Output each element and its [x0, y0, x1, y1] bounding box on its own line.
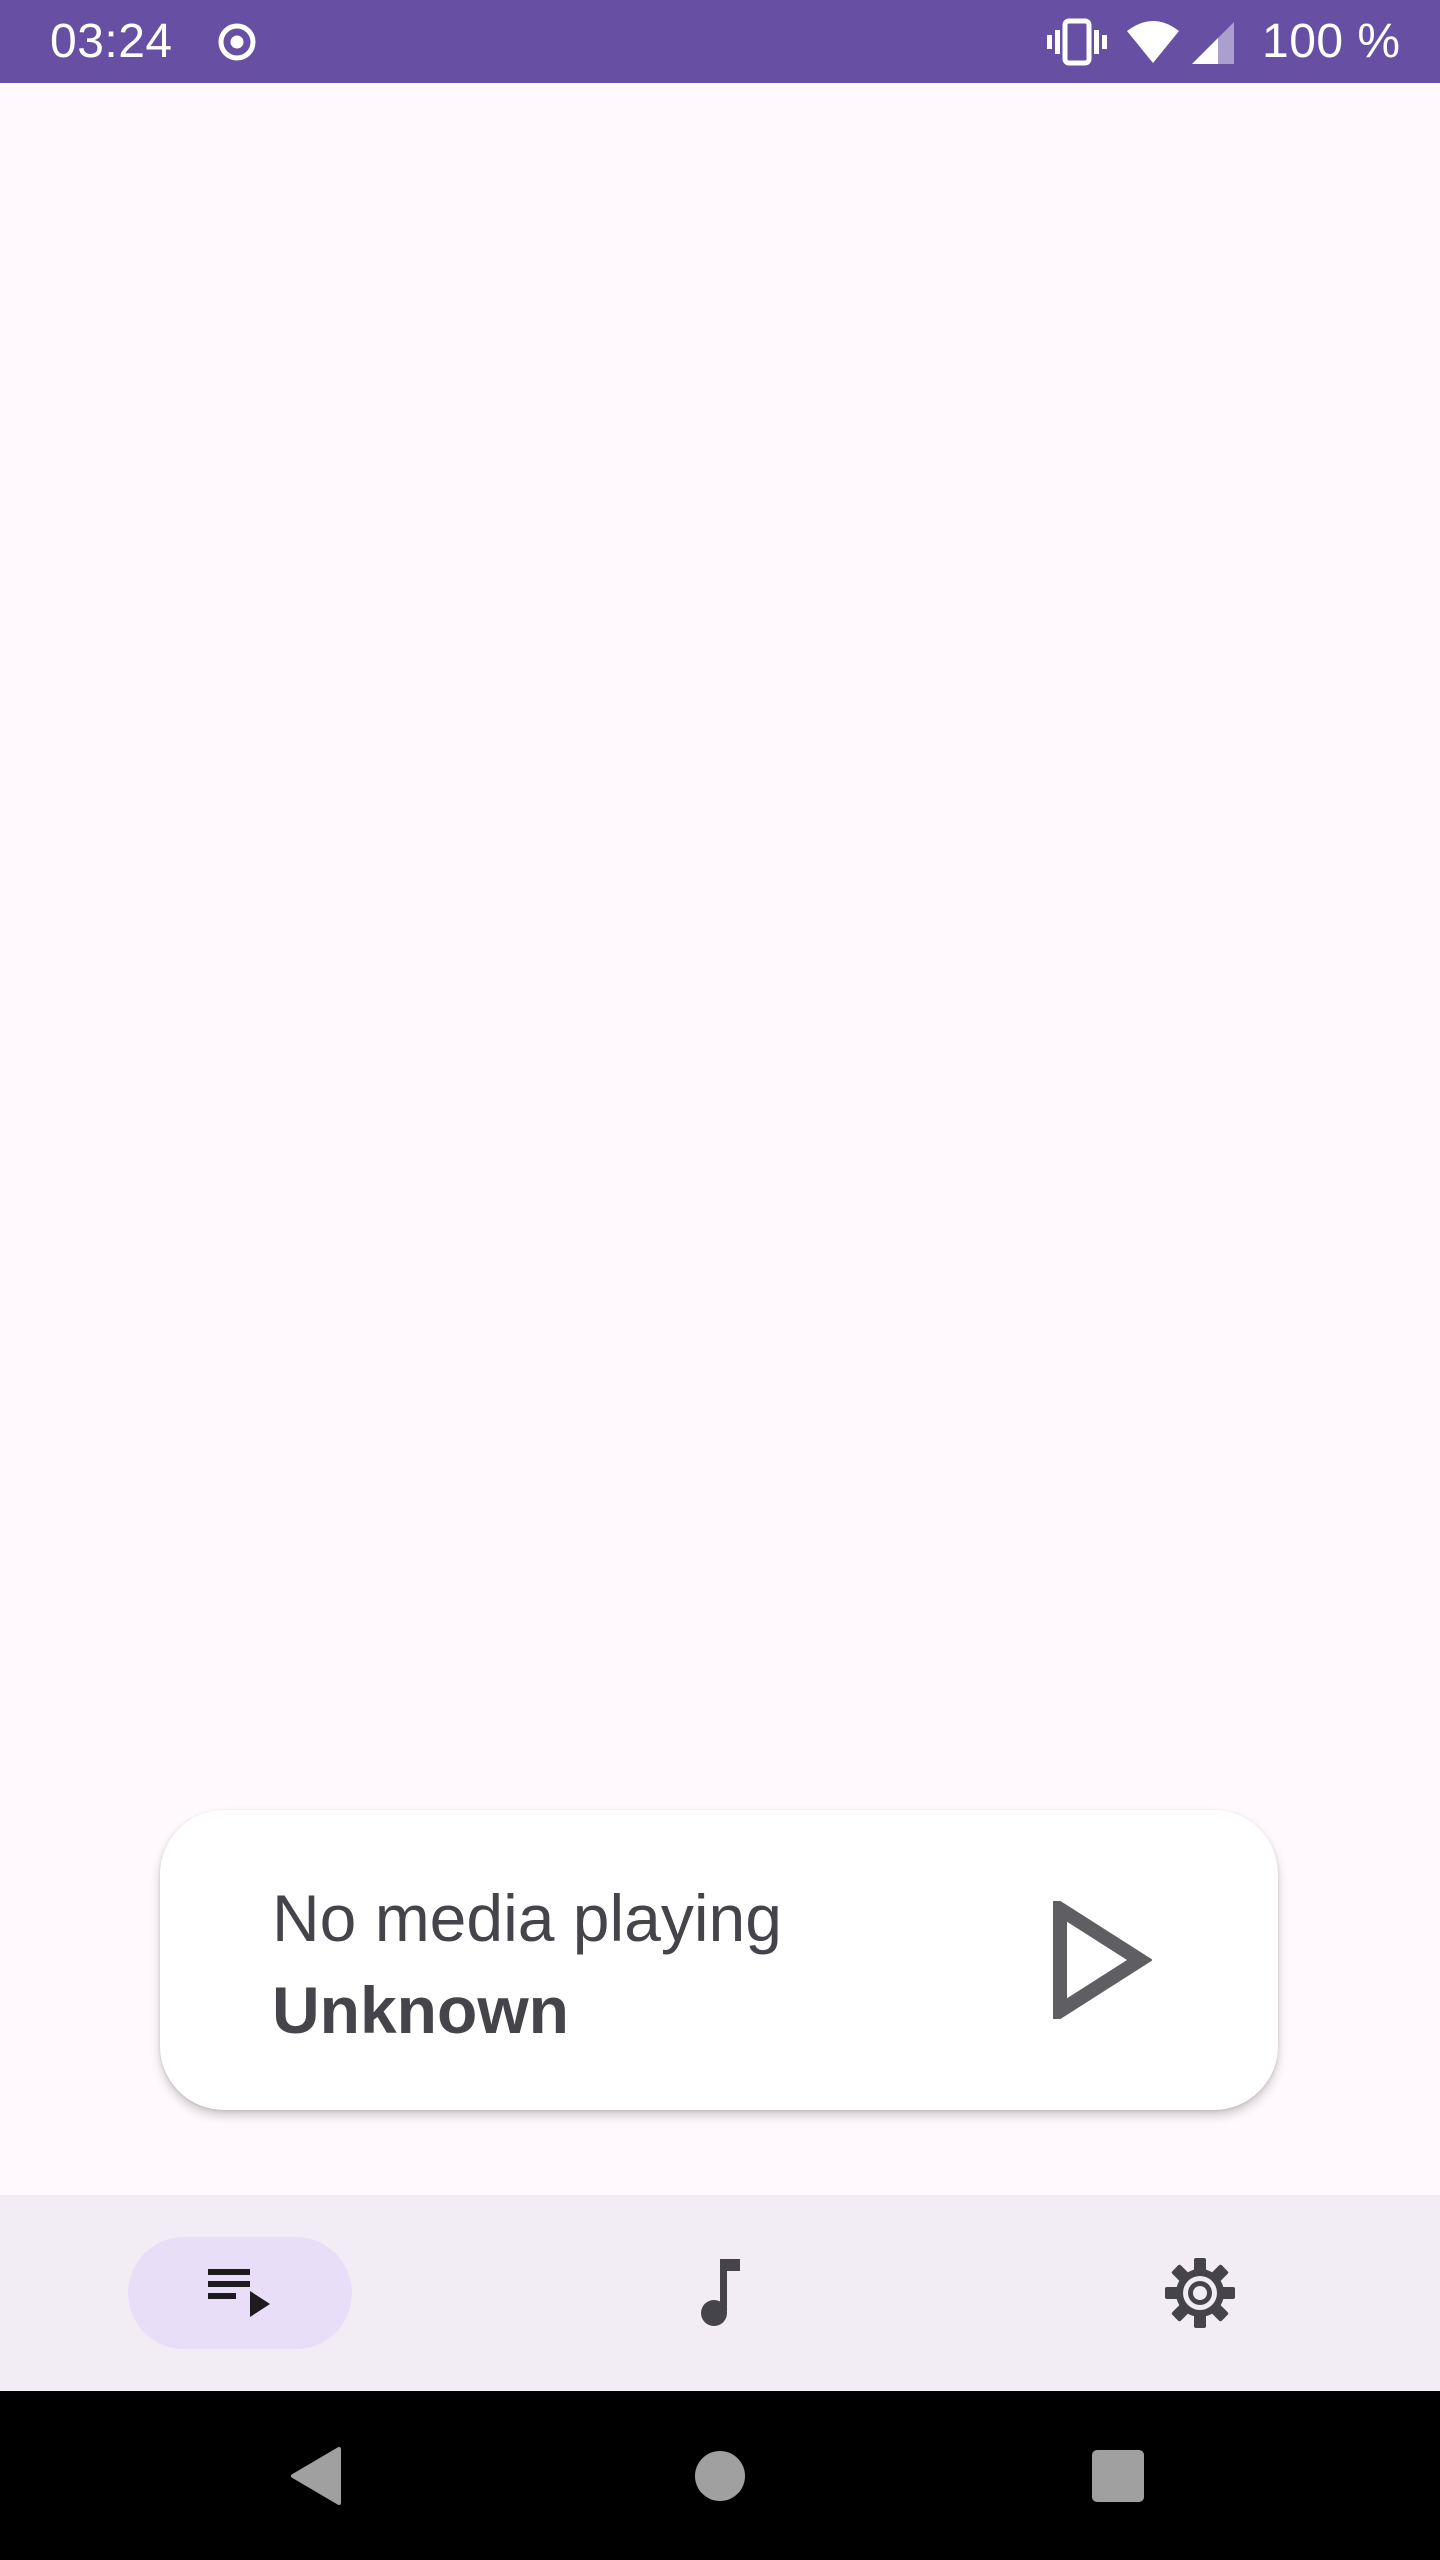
nav-item-queue[interactable]: [128, 2237, 352, 2349]
queue-music-icon: [208, 2269, 270, 2317]
bottom-navigation: [0, 2195, 1440, 2391]
battery-percentage: 100 %: [1262, 15, 1401, 68]
record-icon: [218, 23, 256, 61]
now-playing-card[interactable]: No media playing Unknown: [160, 1810, 1278, 2110]
nav-item-settings[interactable]: [1088, 2237, 1312, 2349]
system-home-button[interactable]: [675, 2431, 765, 2521]
play-icon: [1053, 1901, 1152, 2019]
nav-item-songs[interactable]: [608, 2237, 832, 2349]
music-note-icon: [701, 2259, 740, 2326]
now-playing-artist: Unknown: [272, 1973, 569, 2047]
vibrate-icon: [1047, 18, 1107, 66]
now-playing-title: No media playing: [272, 1881, 782, 1955]
signal-icon: [1192, 22, 1234, 64]
system-back-button[interactable]: [272, 2431, 362, 2521]
settings-icon: [1165, 2258, 1235, 2328]
back-icon: [291, 2447, 341, 2505]
play-button[interactable]: [1012, 1870, 1192, 2050]
recents-icon: [1092, 2450, 1144, 2502]
home-icon: [695, 2451, 745, 2501]
wifi-icon: [1127, 21, 1179, 63]
system-recents-button[interactable]: [1073, 2431, 1163, 2521]
status-time: 03:24: [50, 15, 173, 68]
system-navigation-bar: [0, 2391, 1440, 2560]
status-bar: 03:24 100 %: [0, 0, 1440, 83]
